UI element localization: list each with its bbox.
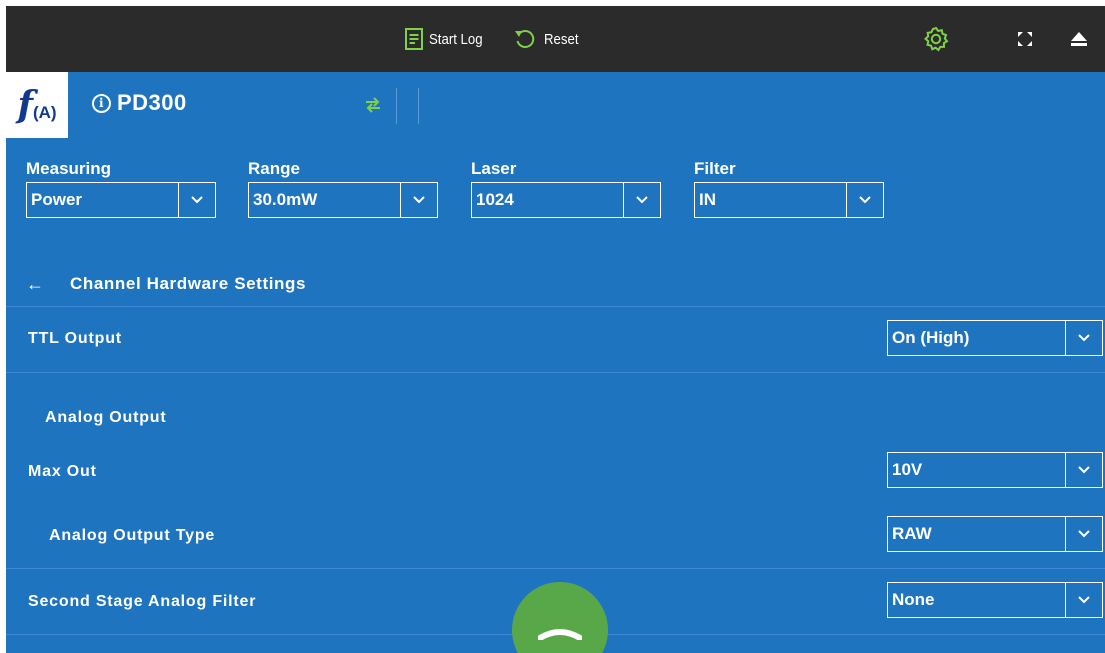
fullscreen-icon[interactable] bbox=[1018, 6, 1032, 72]
filter-dropdown[interactable]: IN bbox=[694, 182, 884, 218]
range-value: 30.0mW bbox=[253, 190, 318, 209]
device-header: f (A) i PD300 bbox=[6, 72, 1105, 138]
analog-output-type-dropdown[interactable]: RAW bbox=[887, 516, 1103, 552]
max-out-label: Max Out bbox=[28, 463, 97, 480]
measuring-selector: Measuring Power bbox=[26, 158, 216, 218]
ttl-output-value: On (High) bbox=[892, 328, 970, 347]
log-icon bbox=[405, 28, 423, 50]
chevron-down-icon bbox=[623, 183, 660, 217]
analog-output-type-value: RAW bbox=[892, 524, 932, 543]
ttl-output-selector: On (High) bbox=[887, 320, 1103, 356]
range-dropdown[interactable]: 30.0mW bbox=[248, 182, 438, 218]
reset-icon bbox=[514, 28, 536, 50]
expand-panel-button[interactable] bbox=[512, 582, 608, 653]
range-title: Range bbox=[248, 159, 300, 178]
start-log-button[interactable]: Start Log bbox=[405, 6, 490, 72]
ttl-output-label: TTL Output bbox=[28, 330, 122, 347]
swap-channel-icon[interactable] bbox=[364, 96, 382, 119]
measuring-title: Measuring bbox=[26, 159, 112, 178]
second-stage-filter-value: None bbox=[892, 590, 935, 609]
header-divider bbox=[396, 88, 397, 124]
top-toolbar: Start Log Reset bbox=[6, 6, 1105, 72]
logo-f: f bbox=[17, 84, 33, 126]
reset-label: Reset bbox=[544, 30, 579, 48]
second-stage-filter-label: Second Stage Analog Filter bbox=[28, 593, 257, 610]
ttl-output-dropdown[interactable]: On (High) bbox=[887, 320, 1103, 356]
reset-button[interactable]: Reset bbox=[514, 6, 583, 72]
app-logo: f (A) bbox=[6, 72, 68, 138]
app-window: Start Log Reset f (A) i PD300 Measuring … bbox=[6, 6, 1105, 653]
info-icon: i bbox=[92, 93, 111, 113]
measuring-dropdown[interactable]: Power bbox=[26, 182, 216, 218]
chevron-down-icon bbox=[1065, 453, 1102, 487]
second-stage-filter-dropdown[interactable]: None bbox=[887, 582, 1103, 618]
laser-title: Laser bbox=[471, 159, 517, 178]
laser-selector: Laser 1024 bbox=[471, 158, 661, 218]
max-out-dropdown[interactable]: 10V bbox=[887, 452, 1103, 488]
laser-value: 1024 bbox=[476, 190, 514, 209]
max-out-selector: 10V bbox=[887, 452, 1103, 488]
device-info-button[interactable]: i PD300 bbox=[92, 90, 187, 116]
analog-output-type-label: Analog Output Type bbox=[49, 527, 216, 544]
chevron-down-icon bbox=[1065, 517, 1102, 551]
chevron-down-icon bbox=[846, 183, 883, 217]
chevron-down-icon bbox=[178, 183, 215, 217]
chevron-down-icon bbox=[400, 183, 437, 217]
analog-output-heading: Analog Output bbox=[45, 409, 167, 426]
divider bbox=[6, 568, 1105, 569]
filter-title: Filter bbox=[694, 159, 736, 178]
measuring-value: Power bbox=[31, 190, 83, 209]
chevron-down-icon bbox=[1065, 321, 1102, 355]
start-log-label: Start Log bbox=[429, 30, 483, 48]
header-divider bbox=[418, 88, 419, 124]
analog-output-type-selector: RAW bbox=[887, 516, 1103, 552]
logo-a: (A) bbox=[32, 103, 57, 122]
chevron-up-icon bbox=[538, 629, 582, 640]
divider bbox=[6, 306, 1105, 307]
chevron-down-icon bbox=[1065, 583, 1102, 617]
back-to-settings[interactable]: ← Channel Hardware Settings bbox=[6, 262, 1105, 306]
eject-icon[interactable] bbox=[1071, 6, 1087, 72]
divider bbox=[6, 372, 1105, 373]
max-out-value: 10V bbox=[892, 460, 923, 479]
range-selector: Range 30.0mW bbox=[248, 158, 438, 218]
laser-dropdown[interactable]: 1024 bbox=[471, 182, 661, 218]
filter-selector: Filter IN bbox=[694, 158, 884, 218]
settings-gear-icon[interactable] bbox=[923, 6, 949, 72]
device-name: PD300 bbox=[117, 90, 187, 115]
settings-title: Channel Hardware Settings bbox=[70, 274, 307, 293]
filter-value: IN bbox=[699, 190, 716, 209]
back-arrow-icon: ← bbox=[26, 273, 44, 294]
second-stage-filter-selector: None bbox=[887, 582, 1103, 618]
